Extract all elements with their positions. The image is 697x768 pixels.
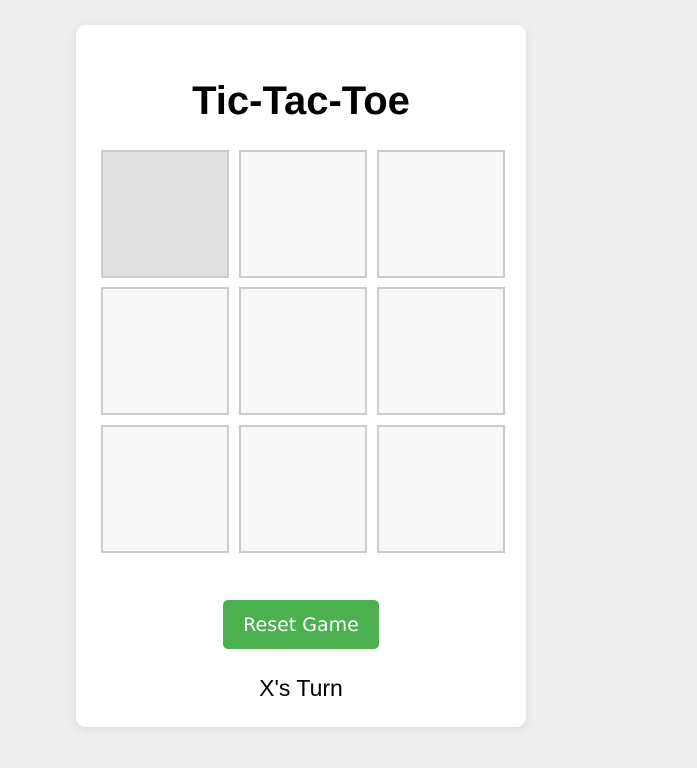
board-cell-4[interactable] bbox=[101, 287, 229, 415]
board-cell-5[interactable] bbox=[239, 287, 367, 415]
turn-status: X's Turn bbox=[259, 675, 343, 701]
game-board bbox=[101, 150, 505, 554]
board-cell-7[interactable] bbox=[101, 425, 229, 553]
board-cell-6[interactable] bbox=[377, 287, 505, 415]
game-card: Tic-Tac-Toe Reset Game X's Turn bbox=[76, 25, 526, 727]
board-cell-1[interactable] bbox=[101, 150, 229, 278]
reset-game-button[interactable]: Reset Game bbox=[223, 600, 379, 649]
board-cell-2[interactable] bbox=[239, 150, 367, 278]
board-cell-3[interactable] bbox=[377, 150, 505, 278]
board-cell-8[interactable] bbox=[239, 425, 367, 553]
page-title: Tic-Tac-Toe bbox=[192, 79, 410, 123]
board-cell-9[interactable] bbox=[377, 425, 505, 553]
